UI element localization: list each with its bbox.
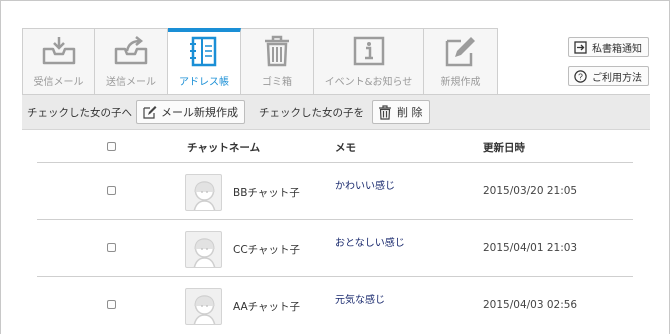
updated-date: 2015/04/01 21:03	[483, 242, 578, 254]
avatar	[185, 174, 222, 211]
inbox-icon	[39, 33, 79, 69]
delete-button[interactable]: 削 除	[372, 100, 430, 124]
new-mail-button[interactable]: メール新規作成	[136, 100, 245, 124]
tab-label: 新規作成	[440, 77, 481, 88]
mailbox-panel: 受信メール 送信メール アドレス帳 ゴミ箱 イベント&お知らせ 新規作成 私書箱…	[0, 0, 670, 334]
tab-address-book[interactable]: アドレス帳	[168, 28, 241, 95]
tab-label: ゴミ箱	[262, 77, 292, 88]
compose-icon	[141, 104, 157, 120]
tab-label: 送信メール	[106, 77, 156, 88]
tab-events[interactable]: イベント&お知らせ	[314, 28, 424, 95]
chat-name[interactable]: BBチャット子	[233, 185, 300, 200]
row-checkbox[interactable]	[107, 243, 116, 252]
info-icon	[349, 33, 389, 69]
mailbox-tabs: 受信メール 送信メール アドレス帳 ゴミ箱 イベント&お知らせ 新規作成	[22, 28, 498, 95]
table-row[interactable]: CCチャット子 おとなしい感じ 2015/04/01 21:03	[37, 220, 633, 277]
table-row[interactable]: AAチャット子 元気な感じ 2015/04/03 02:56	[37, 277, 633, 334]
header-date: 更新日時	[483, 142, 525, 154]
avatar	[185, 231, 222, 268]
compose-icon	[441, 33, 481, 69]
action-text-to: チェックした女の子へ	[27, 106, 132, 119]
mailbox-notify-button[interactable]: 私書箱通知	[568, 37, 649, 57]
memo-text: おとなしい感じ	[335, 238, 405, 249]
table-header: チャットネーム メモ 更新日時	[37, 139, 633, 163]
question-icon: ?	[573, 69, 587, 83]
avatar	[185, 288, 222, 325]
header-name: チャットネーム	[187, 142, 261, 154]
outbox-icon	[111, 33, 151, 69]
tab-sent[interactable]: 送信メール	[95, 28, 168, 95]
chat-name[interactable]: CCチャット子	[233, 242, 300, 257]
trash-icon	[377, 104, 393, 120]
row-checkbox[interactable]	[107, 300, 116, 309]
tab-inbox[interactable]: 受信メール	[22, 28, 95, 95]
action-bar: チェックした女の子へ メール新規作成 チェックした女の子を 削 除	[22, 94, 650, 130]
chat-name[interactable]: AAチャット子	[233, 299, 300, 314]
tab-compose[interactable]: 新規作成	[424, 28, 498, 95]
memo-text: かわいい感じ	[335, 181, 395, 192]
updated-date: 2015/03/20 21:05	[483, 185, 578, 197]
row-checkbox[interactable]	[107, 186, 116, 195]
action-text-target: チェックした女の子を	[259, 106, 364, 119]
select-all-checkbox[interactable]	[107, 142, 116, 151]
tab-label: イベント&お知らせ	[324, 77, 413, 88]
delete-label: 削 除	[397, 106, 423, 119]
tab-label: アドレス帳	[179, 77, 229, 88]
tab-trash[interactable]: ゴミ箱	[241, 28, 314, 95]
svg-text:?: ?	[578, 71, 583, 81]
address-book-icon	[184, 33, 224, 69]
help-label: ご利用方法	[592, 72, 642, 84]
mailbox-notify-label: 私書箱通知	[592, 43, 642, 55]
arrow-box-icon	[573, 40, 587, 54]
trash-icon	[257, 33, 297, 69]
new-mail-label: メール新規作成	[161, 106, 238, 119]
updated-date: 2015/04/03 02:56	[483, 299, 578, 311]
tab-label: 受信メール	[33, 77, 84, 88]
help-button[interactable]: ? ご利用方法	[568, 66, 649, 86]
table-row[interactable]: BBチャット子 かわいい感じ 2015/03/20 21:05	[37, 163, 633, 220]
header-memo: メモ	[335, 142, 356, 154]
memo-text: 元気な感じ	[335, 295, 385, 306]
